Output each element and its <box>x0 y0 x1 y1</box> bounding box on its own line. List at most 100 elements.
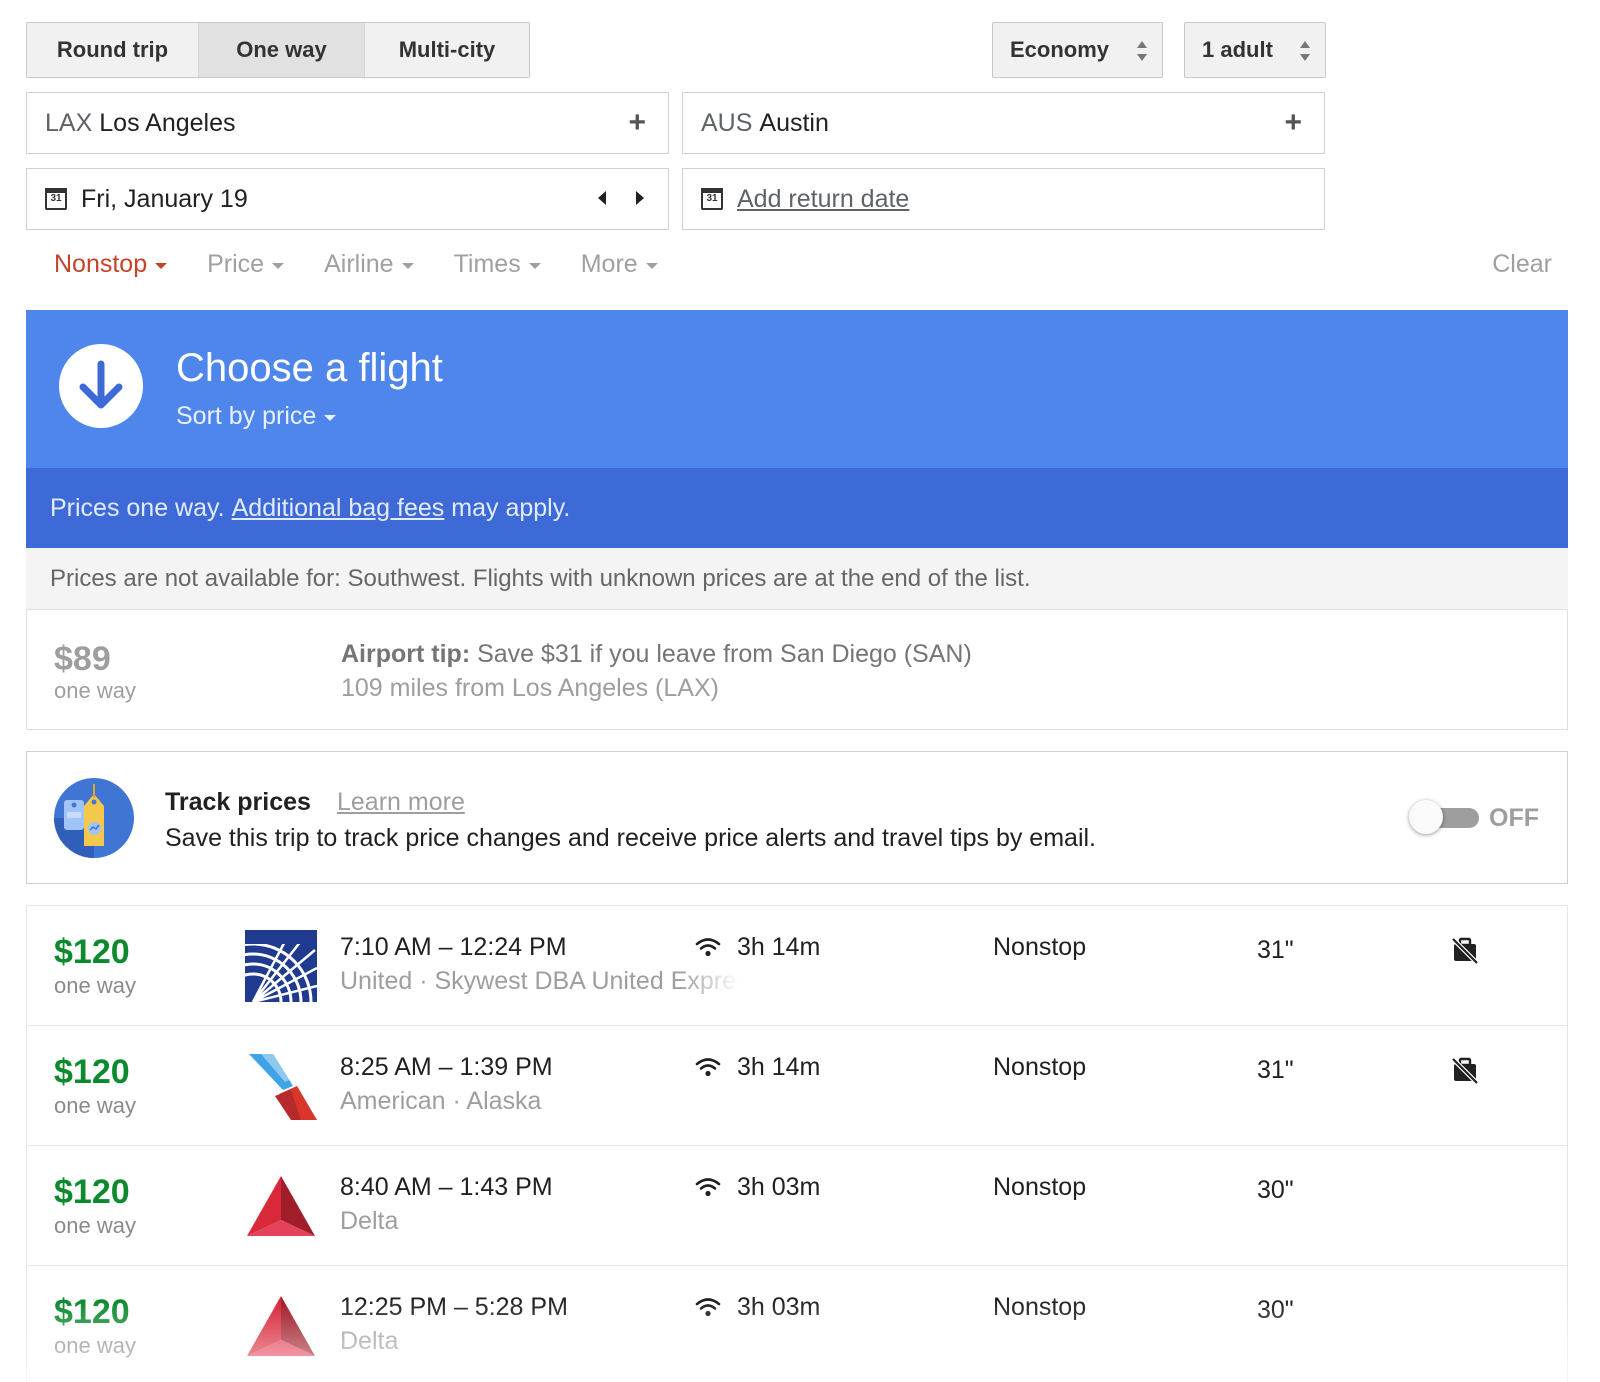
departure-date-field[interactable]: 31 Fri, January 19 <box>26 168 669 230</box>
toggle-state-label: OFF <box>1489 804 1539 832</box>
flight-price: $120 <box>54 933 130 971</box>
flight-results-list: $120 one way 7:10 AM – 12:24 PM United ·… <box>26 905 1568 1382</box>
wifi-icon <box>695 938 721 957</box>
caret-down-icon <box>528 263 541 269</box>
flight-stops: Nonstop <box>993 1293 1087 1321</box>
filter-more[interactable]: More <box>581 250 658 279</box>
next-date-arrow-icon[interactable] <box>636 191 644 205</box>
flight-times: 8:40 AM – 1:43 PM <box>340 1173 553 1201</box>
no-carry-on-bag-icon <box>1451 937 1479 964</box>
notice-text-after: may apply. <box>451 493 571 522</box>
american-logo-icon <box>249 1054 317 1120</box>
track-prices-description: Save this trip to track price changes an… <box>165 824 1096 852</box>
tip-distance: 109 miles from Los Angeles (LAX) <box>341 674 719 702</box>
flight-row[interactable]: $120 one way 8:40 AM – 1:43 PM Delta 3h … <box>27 1146 1567 1266</box>
previous-date-arrow-icon[interactable] <box>598 191 606 205</box>
track-prices-title: Track prices <box>165 788 311 816</box>
up-down-arrows-icon <box>1300 41 1310 61</box>
destination-city: Austin <box>759 108 829 137</box>
caret-down-icon <box>155 263 168 269</box>
trip-type-one-way[interactable]: One way <box>198 23 364 77</box>
date-nav <box>598 191 644 205</box>
flight-airline: Delta <box>340 1207 399 1235</box>
flight-stops: Nonstop <box>993 933 1087 961</box>
cabin-class-select[interactable]: Economy <box>992 22 1163 78</box>
flight-airline: Delta <box>340 1327 399 1355</box>
trip-type-round-trip[interactable]: Round trip <box>27 23 198 77</box>
notice-text: Prices one way. <box>50 493 225 522</box>
flight-legroom: 31" <box>1257 936 1294 964</box>
tip-text: Airport tip: Save $31 if you leave from … <box>341 640 972 669</box>
destination-field[interactable]: AUS Austin + <box>682 92 1325 154</box>
caret-down-icon <box>401 263 414 269</box>
tip-label: Airport tip: <box>341 640 471 668</box>
airport-tip-card[interactable]: $89 one way Airport tip: Save $31 if you… <box>26 609 1568 730</box>
filter-airline[interactable]: Airline <box>324 250 414 279</box>
filter-label: More <box>580 250 638 278</box>
flight-duration: 3h 03m <box>737 1173 821 1201</box>
flight-stops: Nonstop <box>993 1173 1087 1201</box>
flight-airline: United · Skywest DBA United Express <box>340 967 740 995</box>
passengers-value: 1 adult <box>1202 37 1273 62</box>
wifi-icon <box>695 1178 721 1197</box>
trip-type-multi-city[interactable]: Multi-city <box>364 23 529 77</box>
price-tag-icon <box>54 778 134 858</box>
caret-down-icon <box>324 415 337 421</box>
filter-label: Nonstop <box>54 250 148 278</box>
toggle-knob <box>1409 800 1443 834</box>
banner-title: Choose a flight <box>176 346 443 390</box>
departure-date-value: Fri, January 19 <box>81 184 248 213</box>
add-origin-plus-icon[interactable]: + <box>628 108 646 138</box>
flight-row[interactable]: $120 one way 12:25 PM – 5:28 PM Delta 3h… <box>27 1266 1567 1382</box>
caret-down-icon <box>645 263 658 269</box>
flight-row[interactable]: $120 one way 8:25 AM – 1:39 PM American … <box>27 1026 1567 1146</box>
flight-times: 7:10 AM – 12:24 PM <box>340 933 567 961</box>
bag-fees-link[interactable]: Additional bag fees <box>232 494 445 523</box>
flight-duration: 3h 14m <box>737 1053 821 1081</box>
cabin-class-value: Economy <box>1010 37 1110 62</box>
learn-more-link[interactable]: Learn more <box>337 788 465 817</box>
down-arrow-icon <box>59 344 143 428</box>
filter-label: Price <box>207 250 265 278</box>
filter-nonstop[interactable]: Nonstop <box>54 250 168 279</box>
filter-price[interactable]: Price <box>207 250 285 279</box>
calendar-icon: 31 <box>701 188 723 210</box>
clear-filters-button[interactable]: Clear <box>1492 250 1552 279</box>
flight-stops: Nonstop <box>993 1053 1087 1081</box>
flight-price: $120 <box>54 1173 130 1211</box>
flight-times: 12:25 PM – 5:28 PM <box>340 1293 568 1321</box>
trip-type-selector: Round trip One way Multi-city <box>26 22 530 78</box>
origin-field[interactable]: LAX Los Angeles + <box>26 92 669 154</box>
flight-price-sub: one way <box>54 1093 136 1118</box>
filter-times[interactable]: Times <box>454 250 541 279</box>
wifi-icon <box>695 1298 721 1317</box>
flight-legroom: 30" <box>1257 1176 1294 1204</box>
unavailable-prices-message: Prices are not available for: Southwest.… <box>26 548 1568 609</box>
united-logo-icon <box>245 930 317 1002</box>
filter-label: Times <box>453 250 521 278</box>
caret-down-icon <box>272 263 285 269</box>
delta-logo-icon <box>247 1176 315 1236</box>
choose-flight-banner: Choose a flight Sort by price <box>26 310 1568 468</box>
price-notice: Prices one way. Additional bag fees may … <box>26 468 1568 548</box>
flight-airline: American · Alaska <box>340 1087 542 1115</box>
flight-price: $120 <box>54 1293 130 1331</box>
passengers-select[interactable]: 1 adult <box>1184 22 1326 78</box>
track-prices-toggle[interactable] <box>1409 800 1481 834</box>
track-prices-card: Track prices Learn more Save this trip t… <box>26 751 1568 884</box>
tip-price-sub: one way <box>54 678 136 703</box>
flight-price-sub: one way <box>54 973 136 998</box>
return-date-field[interactable]: 31 Add return date <box>682 168 1325 230</box>
flight-legroom: 31" <box>1257 1056 1294 1084</box>
add-destination-plus-icon[interactable]: + <box>1284 108 1302 138</box>
sort-by-dropdown[interactable]: Sort by price <box>176 402 337 431</box>
flight-row[interactable]: $120 one way 7:10 AM – 12:24 PM United ·… <box>27 906 1567 1026</box>
flight-duration: 3h 14m <box>737 933 821 961</box>
add-return-date-link[interactable]: Add return date <box>737 185 909 214</box>
tip-price: $89 <box>54 640 111 678</box>
flight-times: 8:25 AM – 1:39 PM <box>340 1053 553 1081</box>
flight-duration: 3h 03m <box>737 1293 821 1321</box>
filter-bar: Nonstop Price Airline Times More <box>54 250 698 279</box>
tip-message: Save $31 if you leave from San Diego (SA… <box>477 640 972 668</box>
origin-code: LAX <box>45 108 93 137</box>
